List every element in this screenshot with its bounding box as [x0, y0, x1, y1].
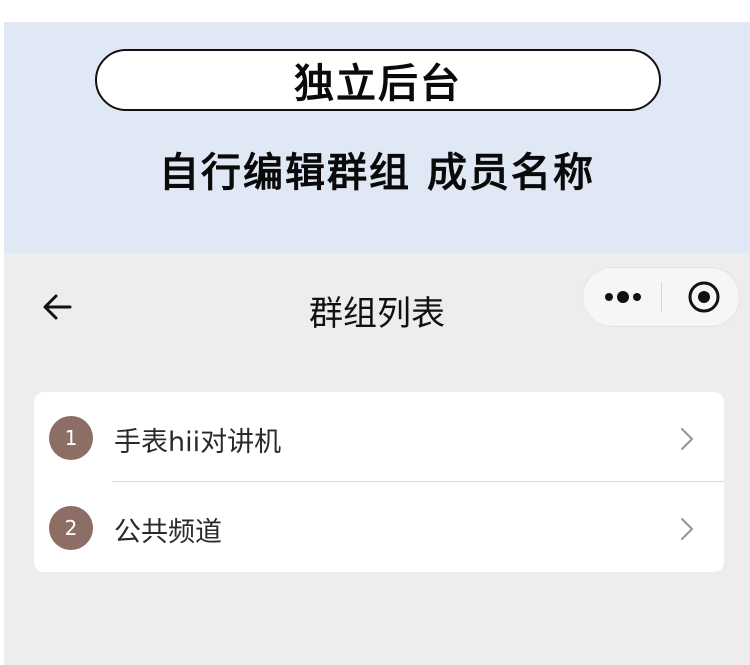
promo-pill-text: 独立后台 — [294, 61, 462, 107]
promo-pill: 独立后台 — [95, 49, 661, 111]
group-list: 1 手表hii对讲机 2 公共频道 — [34, 392, 724, 572]
target-circle-icon — [688, 281, 720, 313]
list-item[interactable]: 1 手表hii对讲机 — [34, 392, 724, 481]
list-item-label: 手表hii对讲机 — [114, 427, 282, 458]
chevron-right-icon — [680, 427, 694, 451]
app-screen: 群组列表 1 手表hii对讲机 2 公共频道 — [4, 253, 750, 665]
list-item[interactable]: 2 公共频道 — [34, 482, 724, 571]
promo-banner: 独立后台 自行编辑群组 成员名称 — [4, 22, 750, 253]
promo-subtitle: 自行编辑群组 成员名称 — [159, 150, 595, 196]
mini-program-capsule — [582, 267, 740, 327]
list-item-label: 公共频道 — [114, 517, 222, 548]
navigation-bar: 群组列表 — [4, 253, 750, 363]
index-badge: 2 — [49, 506, 93, 550]
close-button[interactable] — [662, 268, 740, 326]
index-badge: 1 — [49, 416, 93, 460]
chevron-right-icon — [680, 517, 694, 541]
more-dots-icon — [605, 291, 641, 303]
more-button[interactable] — [583, 268, 661, 326]
